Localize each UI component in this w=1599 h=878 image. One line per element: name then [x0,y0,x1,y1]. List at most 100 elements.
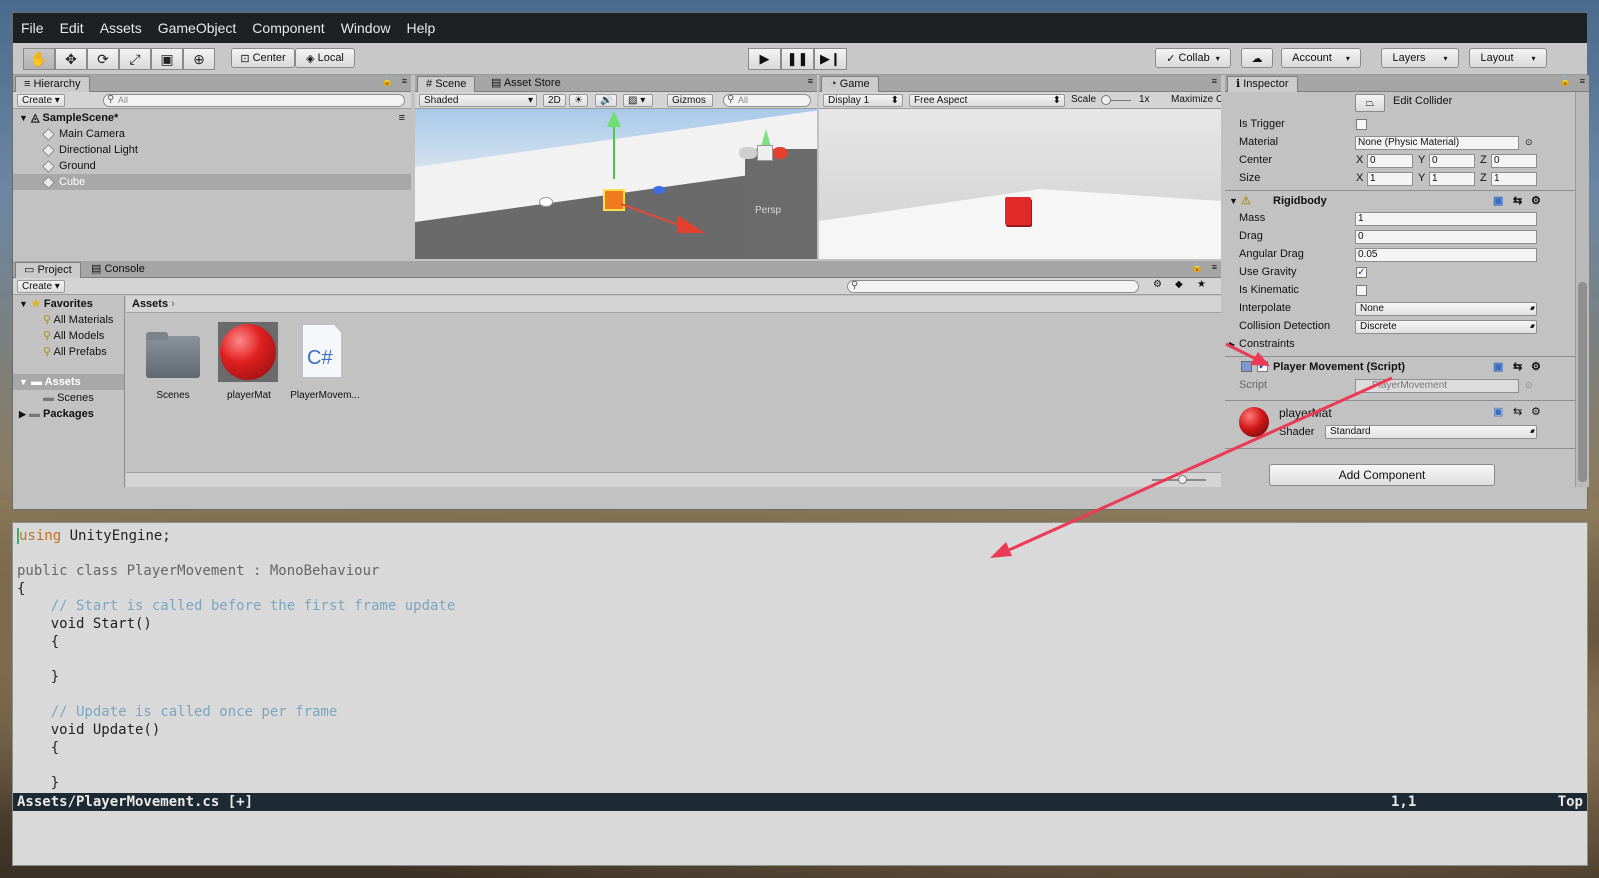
account-dropdown[interactable]: Account ▾ [1281,48,1361,68]
menu-help[interactable]: Help [406,20,435,36]
pause-button[interactable]: ❚❚ [781,48,814,70]
collab-button[interactable]: ✓ Collab ▾ [1155,48,1231,68]
interpolate-dropdown[interactable]: None [1355,302,1537,316]
scrollbar-thumb[interactable] [1578,282,1587,482]
tab-scene[interactable]: # Scene [417,76,476,92]
panel-menu-icon[interactable]: ≡ [1580,76,1585,86]
size-y-field[interactable]: 1 [1429,172,1475,186]
size-x-field[interactable]: 1 [1367,172,1413,186]
pivot-center-button[interactable]: ⊡ Center [231,48,295,68]
step-button[interactable]: ▶❙ [814,48,847,70]
asset-playermovement[interactable]: C# [302,324,342,378]
is-trigger-checkbox[interactable] [1356,119,1367,130]
icon-size-slider-handle[interactable] [1178,475,1187,484]
constraints-row[interactable]: ▶ Constraints [1225,336,1575,353]
lighting-toggle-icon[interactable]: ☀ [569,94,588,107]
collision-detection-dropdown[interactable]: Discrete [1355,320,1537,334]
orient-x-icon[interactable] [773,147,787,159]
transform-icon[interactable]: ⊕ [183,48,215,70]
gear-icon[interactable]: ⚙ [1531,405,1541,418]
audio-toggle-icon[interactable]: 🔊 [595,94,618,107]
menu-window[interactable]: Window [341,20,391,36]
menu-file[interactable]: File [21,20,44,36]
orient-center-icon[interactable] [757,145,773,161]
edit-collider-button[interactable]: ⏢ [1355,94,1385,112]
tree-packages[interactable]: ▶ ▬ Packages [13,406,124,422]
gizmo-z-arrow-icon[interactable] [653,186,665,194]
2d-toggle[interactable]: 2D [543,94,566,107]
angular-drag-field[interactable]: 0.05 [1355,248,1537,262]
center-y-field[interactable]: 0 [1429,154,1475,168]
asset-scenes[interactable] [144,326,202,386]
rotate-icon[interactable]: ⟳ [87,48,119,70]
gear-icon[interactable]: ⚙ [1531,357,1541,377]
panel-menu-icon[interactable]: ≡ [808,76,813,86]
move-icon[interactable]: ✥ [55,48,87,70]
layout-dropdown[interactable]: Layout ▾ [1469,48,1547,68]
player-movement-header[interactable]: ✓ Player Movement (Script) ▣ ⇆ ⚙ [1225,357,1575,377]
tree-all-prefabs[interactable]: ⚲ All Prefabs [13,344,124,360]
tree-favorites[interactable]: ▼ ★ Favorites [13,296,124,312]
mass-field[interactable]: 1 [1355,212,1537,226]
menu-assets[interactable]: Assets [100,20,142,36]
hierarchy-item-main-camera[interactable]: Main Camera [13,126,411,142]
filter-type-icon[interactable]: ⚙ [1153,279,1162,290]
hierarchy-create-button[interactable]: Create ▾ [17,94,65,107]
space-local-button[interactable]: ◈ Local [295,48,355,68]
panel-menu-icon[interactable]: ≡ [1212,262,1217,272]
persp-label[interactable]: Persp [755,205,781,216]
menu-gameobject[interactable]: GameObject [158,20,237,36]
gear-icon[interactable]: ⚙ [1531,191,1541,211]
menu-component[interactable]: Component [252,20,324,36]
project-search-input[interactable] [847,280,1139,293]
tab-project[interactable]: ▭ Project [15,262,81,278]
use-gravity-checkbox[interactable]: ✓ [1356,267,1367,278]
is-kinematic-checkbox[interactable] [1356,285,1367,296]
help-icon[interactable]: ▣ [1493,357,1503,377]
size-z-field[interactable]: 1 [1491,172,1537,186]
hand-icon[interactable]: ✋ [23,48,55,70]
asset-playermat[interactable] [218,322,278,382]
lock-icon[interactable]: 🔒 [1192,262,1203,273]
help-icon[interactable]: ▣ [1493,191,1503,211]
center-z-field[interactable]: 0 [1491,154,1537,168]
scale-slider-handle[interactable] [1101,95,1111,105]
scene-root-row[interactable]: ▼ ◬ SampleScene* ≡ [13,110,411,126]
hierarchy-item-directional-light[interactable]: Directional Light [13,142,411,158]
orient-negx-icon[interactable] [739,147,757,159]
tab-hierarchy[interactable]: ≡ Hierarchy [15,76,90,92]
preset-icon[interactable]: ⇆ [1513,357,1522,377]
center-x-field[interactable]: 0 [1367,154,1413,168]
hierarchy-item-cube[interactable]: Cube [13,174,411,190]
shading-dropdown[interactable]: Shaded ▾ [419,94,537,107]
rigidbody-header[interactable]: ▼ ⚠ Rigidbody ▣ ⇆ ⚙ [1225,191,1575,211]
tree-all-materials[interactable]: ⚲ All Materials [13,312,124,328]
scale-icon[interactable]: ⤢ [119,48,151,70]
hierarchy-item-ground[interactable]: Ground [13,158,411,174]
drag-field[interactable]: 0 [1355,230,1537,244]
scene-search-input[interactable]: All [723,94,811,107]
preset-icon[interactable]: ⇆ [1513,191,1522,211]
lock-icon[interactable]: 🔒 [1560,76,1571,87]
filter-label-icon[interactable]: ◆ [1175,279,1183,290]
code-editor[interactable]: using UnityEngine; public class PlayerMo… [12,522,1588,866]
aspect-dropdown[interactable]: Free Aspect ⬍ [909,94,1065,107]
tab-asset-store[interactable]: ▤ Asset Store [483,76,569,92]
inspector-scrollbar[interactable] [1575,92,1589,487]
material-field[interactable]: None (Physic Material) [1355,136,1519,150]
panel-menu-icon[interactable]: ≡ [402,76,407,86]
orientation-gizmo-icon[interactable] [737,129,797,179]
play-button[interactable]: ▶ [748,48,781,70]
script-enabled-checkbox[interactable]: ✓ [1257,361,1268,372]
favorite-star-icon[interactable]: ★ [1197,279,1206,290]
tree-all-models[interactable]: ⚲ All Models [13,328,124,344]
tab-console[interactable]: ▤ Console [83,262,153,278]
panel-menu-icon[interactable]: ≡ [1212,76,1217,86]
tree-assets[interactable]: ▼ ▬ Assets [13,374,124,390]
lock-icon[interactable]: 🔒 [382,76,393,87]
maximize-on-play-toggle[interactable]: Maximize O [1171,94,1221,105]
tab-game[interactable]: ◔ Game [821,76,879,92]
cloud-button[interactable]: ☁ [1241,48,1273,68]
game-viewport[interactable] [819,109,1221,259]
scene-viewport[interactable]: Persp [415,109,817,259]
